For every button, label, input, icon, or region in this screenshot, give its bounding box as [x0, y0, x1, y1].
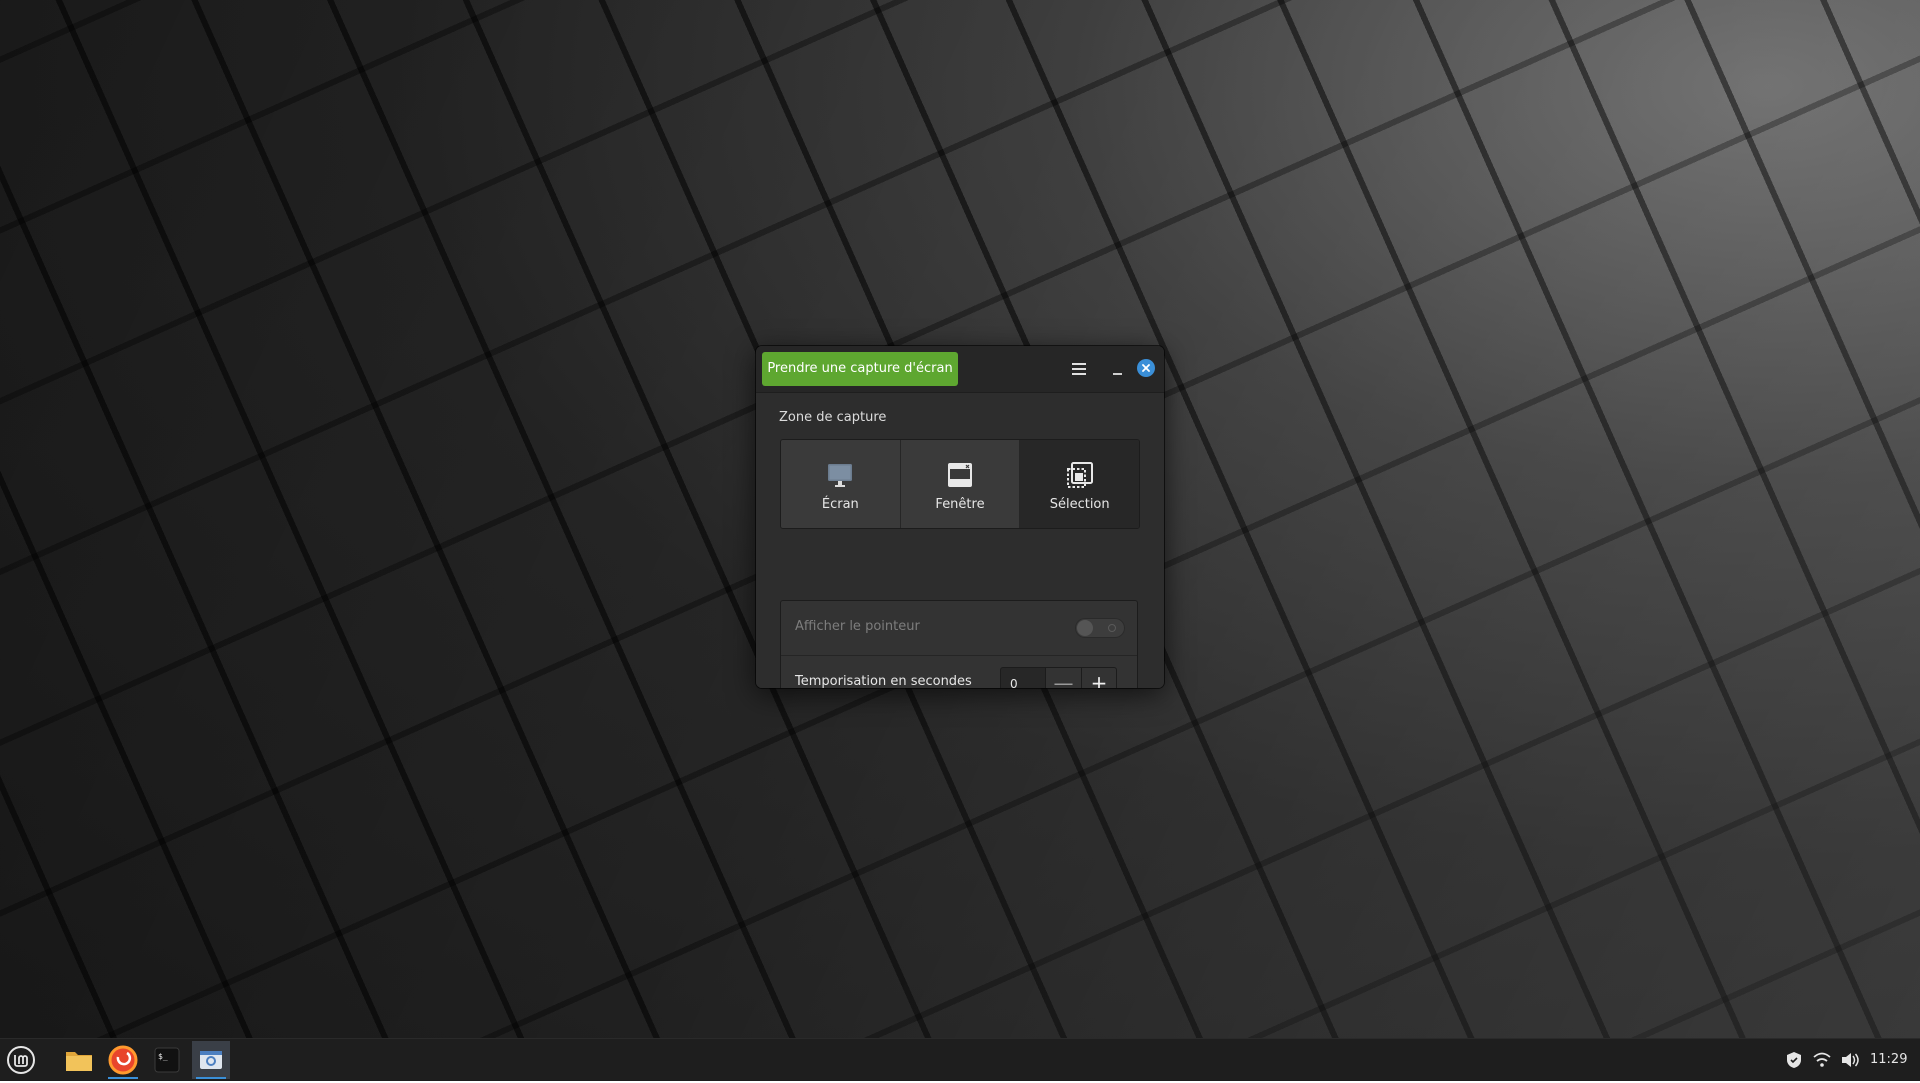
svg-text:$_: $_ [158, 1052, 168, 1061]
window-body: Zone de capture Écran Fenêtre Sélection … [756, 393, 1164, 688]
capture-zone-label: Zone de capture [779, 410, 887, 425]
selection-icon [1066, 462, 1093, 488]
show-pointer-row: Afficher le pointeur [781, 601, 1137, 656]
mint-menu-icon[interactable] [6, 1045, 36, 1075]
zone-selection-button[interactable]: Sélection [1020, 440, 1139, 528]
taskbar-files[interactable] [60, 1041, 98, 1079]
delay-label: Temporisation en secondes [795, 674, 972, 688]
zone-screen-button[interactable]: Écran [781, 440, 901, 528]
clock[interactable]: 11:29 [1870, 1052, 1907, 1067]
minimize-icon [1113, 373, 1122, 375]
titlebar: Prendre une capture d'écran [756, 346, 1164, 393]
hamburger-menu-icon[interactable] [1068, 358, 1090, 380]
toggle-knob [1077, 620, 1093, 636]
zone-selection-label: Sélection [1049, 497, 1110, 512]
zone-window-button[interactable]: Fenêtre [900, 440, 1021, 528]
minimize-button[interactable] [1108, 358, 1128, 380]
show-pointer-label: Afficher le pointeur [795, 619, 920, 634]
close-button[interactable] [1137, 359, 1155, 377]
delay-input[interactable]: 0 [1000, 667, 1046, 688]
toggle-off-icon [1108, 624, 1116, 632]
zone-window-label: Fenêtre [935, 497, 985, 512]
monitor-icon [828, 464, 853, 487]
volume-icon[interactable] [1840, 1039, 1860, 1081]
firefox-icon [108, 1045, 138, 1075]
delay-row: Temporisation en secondes 0 — + [781, 656, 1137, 688]
take-screenshot-button[interactable]: Prendre une capture d'écran [762, 352, 958, 386]
taskbar-browser[interactable] [104, 1041, 142, 1079]
close-icon [1142, 364, 1150, 372]
taskbar-screenshot[interactable] [192, 1041, 230, 1079]
terminal-icon: $_ [154, 1047, 180, 1073]
folder-icon [66, 1052, 92, 1071]
running-indicator [108, 1077, 138, 1079]
active-indicator [196, 1077, 226, 1079]
window-icon [948, 463, 972, 487]
taskbar: $_ 11:29 [0, 1038, 1920, 1081]
screenshot-window: Prendre une capture d'écran Zone de capt… [756, 346, 1164, 688]
shield-icon[interactable] [1784, 1039, 1804, 1081]
delay-increment-button[interactable]: + [1081, 667, 1117, 688]
show-pointer-toggle[interactable] [1075, 618, 1125, 638]
camera-icon [200, 1051, 222, 1069]
capture-zone-selector: Écran Fenêtre Sélection [780, 439, 1140, 529]
wifi-icon[interactable] [1812, 1039, 1832, 1081]
options-panel: Afficher le pointeur Temporisation en se… [780, 600, 1138, 688]
taskbar-terminal[interactable]: $_ [148, 1041, 186, 1079]
zone-screen-label: Écran [821, 497, 859, 512]
delay-decrement-button[interactable]: — [1046, 667, 1082, 688]
